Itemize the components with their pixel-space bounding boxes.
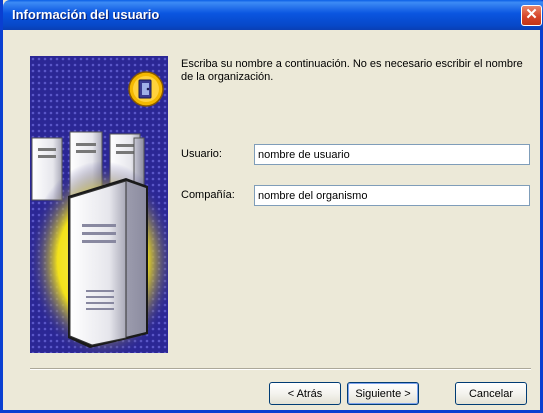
key-badge-icon xyxy=(128,71,164,107)
instruction-text: Escriba su nombre a continuación. No es … xyxy=(181,58,523,83)
close-icon: ✕ xyxy=(525,6,538,23)
next-button[interactable]: Siguiente > xyxy=(347,382,419,405)
user-label: Usuario: xyxy=(181,148,222,160)
title-bar[interactable]: Información del usuario ✕ xyxy=(3,0,543,30)
dialog-window: Información del usuario ✕ Escriba su nom… xyxy=(0,0,543,413)
window-title: Información del usuario xyxy=(12,7,160,22)
divider xyxy=(30,368,531,370)
company-name-field[interactable] xyxy=(254,185,530,206)
cancel-button[interactable]: Cancelar xyxy=(455,382,527,405)
user-name-field[interactable] xyxy=(254,144,530,165)
company-label: Compañía: xyxy=(181,189,235,201)
back-button[interactable]: < Atrás xyxy=(269,382,341,405)
close-button[interactable]: ✕ xyxy=(521,5,542,26)
server-computers-illustration xyxy=(30,56,168,353)
